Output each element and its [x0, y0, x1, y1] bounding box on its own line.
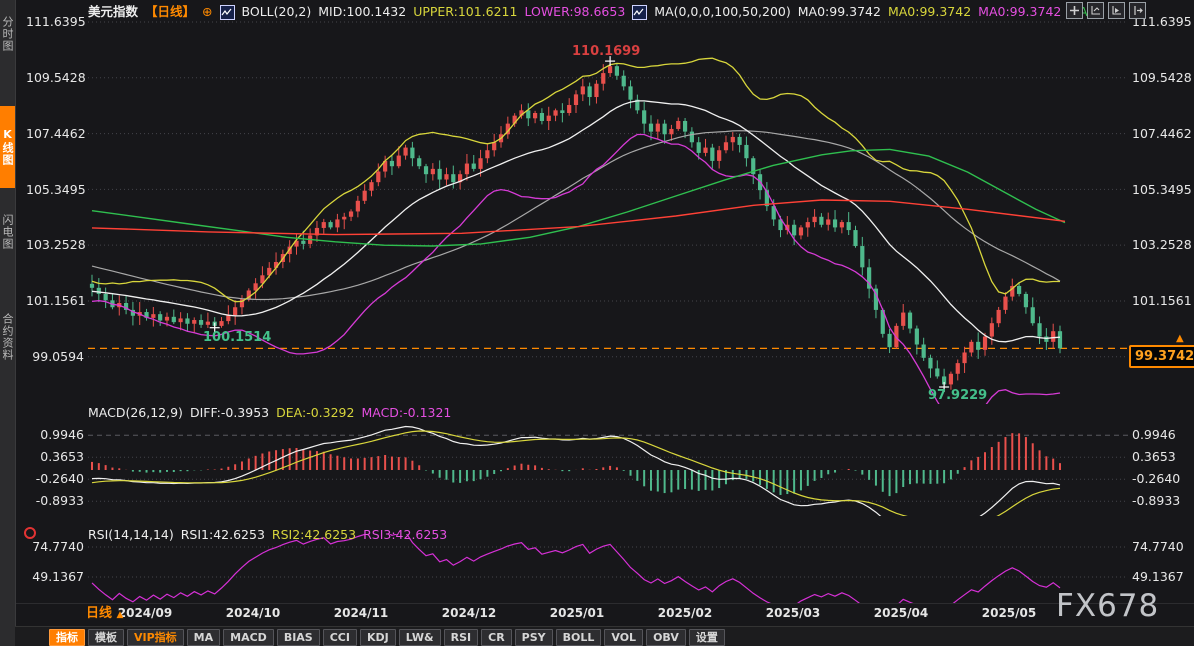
sidebar-item-contract-info[interactable]: 合约资料	[0, 284, 15, 390]
boll-lower-value: LOWER:98.6653	[524, 4, 625, 19]
period-label: 【日线】	[145, 4, 195, 19]
macd-axis-label: -0.2640	[26, 471, 84, 487]
chevron-up-icon: ▲	[117, 610, 124, 620]
macd-value: MACD:-0.1321	[361, 405, 451, 420]
macd-axis-label: 0.3653	[26, 449, 84, 465]
month-label: 2024/09	[118, 606, 172, 620]
sidebar-item-timeshare[interactable]: 分时图	[0, 5, 15, 63]
macd-axis-label: 0.9946	[26, 427, 84, 443]
price-up-arrow-icon: ▲	[1176, 333, 1184, 344]
tab-boll[interactable]: BOLL	[556, 629, 602, 646]
tab-template[interactable]: 模板	[88, 629, 124, 646]
price-axis-label: 107.4462	[26, 126, 84, 142]
tab-vol[interactable]: VOL	[604, 629, 643, 646]
crosshair-move-icon[interactable]	[1066, 2, 1083, 19]
macd-axis-label: -0.8933	[1132, 493, 1192, 509]
price-axis-label: 99.0594	[26, 349, 84, 365]
ma-config-label: MA(0,0,0,100,50,200)	[654, 4, 790, 19]
macd-diff-value: DIFF:-0.3953	[190, 405, 269, 420]
month-label: 2024/11	[334, 606, 388, 620]
month-label: 2025/02	[658, 606, 712, 620]
price-axis-label: 107.4462	[1132, 126, 1192, 142]
september-low-annotation: 100.1514	[203, 330, 271, 345]
indicator-toolbar: 指标 模板 VIP指标 MA MACD BIAS CCI KDJ LW& RSI…	[15, 626, 1194, 646]
chart-header: 美元指数【日线】 ⊕ BOLL(20,2) MID:100.1432 UPPER:101…	[88, 4, 1103, 20]
boll-mid-value: MID:100.1432	[318, 4, 406, 19]
tab-psy[interactable]: PSY	[515, 629, 553, 646]
tab-cr[interactable]: CR	[481, 629, 512, 646]
macd-axis-label: -0.2640	[1132, 471, 1192, 487]
macd-axis-label: -0.8933	[26, 493, 84, 509]
symbol-name: 美元指数	[88, 4, 138, 19]
tab-obv[interactable]: OBV	[646, 629, 686, 646]
rsi-header: RSI(14,14,14) RSI1:42.6253 RSI2:42.6253 RSI…	[88, 527, 454, 543]
current-price-tag: 99.3742	[1129, 345, 1194, 368]
rsi3-value: RSI3:42.6253	[363, 527, 447, 542]
price-axis-label: 101.1561	[26, 293, 84, 309]
candle-chart-icon	[632, 5, 647, 20]
chart-canvas	[0, 0, 1194, 646]
axis-scale-icon[interactable]	[1087, 2, 1104, 19]
red-marker-icon	[24, 527, 36, 539]
price-axis-label: 103.2528	[1132, 237, 1192, 253]
tab-vip-indicator[interactable]: VIP指标	[127, 629, 184, 646]
tab-bias[interactable]: BIAS	[277, 629, 320, 646]
collapse-right-icon[interactable]	[1129, 2, 1146, 19]
rsi-axis-label: 74.7740	[26, 539, 84, 555]
boll-upper-value: UPPER:101.6211	[413, 4, 517, 19]
ma0-yellow-value: MA0:99.3742	[888, 4, 971, 19]
macd-axis-label: 0.9946	[1132, 427, 1192, 443]
tab-ma[interactable]: MA	[187, 629, 220, 646]
tab-indicator[interactable]: 指标	[49, 629, 85, 646]
price-axis-label: 105.3495	[26, 182, 84, 198]
macd-params-label: MACD(26,12,9)	[88, 405, 183, 420]
rsi1-value: RSI1:42.6253	[181, 527, 265, 542]
april-low-annotation: 97.9229	[928, 388, 987, 403]
sidebar-item-kline[interactable]: K线图	[0, 106, 15, 188]
rsi-axis-label: 49.1367	[26, 569, 84, 585]
chart-application: 分时图 K线图 闪电图 合约资料 美元指数【日线】 ⊕ BOLL(20,2) MID:…	[0, 0, 1194, 646]
price-axis-label: 103.2528	[26, 237, 84, 253]
month-label: 2024/12	[442, 606, 496, 620]
tab-settings[interactable]: 设置	[689, 629, 725, 646]
fx678-watermark: FX678	[1056, 588, 1159, 624]
macd-dea-value: DEA:-0.3292	[276, 405, 354, 420]
left-sidebar: 分时图 K线图 闪电图 合约资料	[0, 0, 16, 646]
tab-rsi[interactable]: RSI	[444, 629, 479, 646]
tab-cci[interactable]: CCI	[323, 629, 357, 646]
price-axis-label: 109.5428	[1132, 70, 1192, 86]
month-label: 2025/03	[766, 606, 820, 620]
rsi-axis-label: 49.1367	[1132, 569, 1192, 585]
axis-divider	[15, 603, 1194, 604]
period-selector[interactable]: 日线 ▲	[86, 606, 123, 623]
rsi-axis-label: 74.7740	[1132, 539, 1192, 555]
rsi2-value: RSI2:42.6253	[272, 527, 356, 542]
window-controls	[1062, 2, 1146, 19]
peak-price-annotation: 110.1699	[572, 44, 640, 59]
circle-plus-icon[interactable]: ⊕	[202, 4, 212, 19]
month-label: 2025/01	[550, 606, 604, 620]
boll-label: BOLL(20,2)	[242, 4, 312, 19]
ma0-magenta-value: MA0:99.3742	[978, 4, 1061, 19]
price-axis-label: 101.1561	[1132, 293, 1192, 309]
tab-kdj[interactable]: KDJ	[360, 629, 396, 646]
price-axis-label: 109.5428	[26, 70, 84, 86]
ma0-white-value: MA0:99.3742	[798, 4, 881, 19]
chart-play-icon[interactable]	[1108, 2, 1125, 19]
tab-lwr[interactable]: LW&	[399, 629, 441, 646]
month-label: 2025/04	[874, 606, 928, 620]
macd-axis-label: 0.3653	[1132, 449, 1192, 465]
month-label: 2025/05	[982, 606, 1036, 620]
sidebar-item-flash-chart[interactable]: 闪电图	[0, 196, 15, 268]
tab-macd[interactable]: MACD	[223, 629, 274, 646]
rsi-params-label: RSI(14,14,14)	[88, 527, 174, 542]
macd-header: MACD(26,12,9) DIFF:-0.3953 DEA:-0.3292 MACD…	[88, 405, 458, 421]
price-axis-label: 105.3495	[1132, 182, 1192, 198]
price-axis-label: 111.6395	[26, 14, 84, 30]
month-label: 2024/10	[226, 606, 280, 620]
candle-chart-icon	[220, 5, 235, 20]
